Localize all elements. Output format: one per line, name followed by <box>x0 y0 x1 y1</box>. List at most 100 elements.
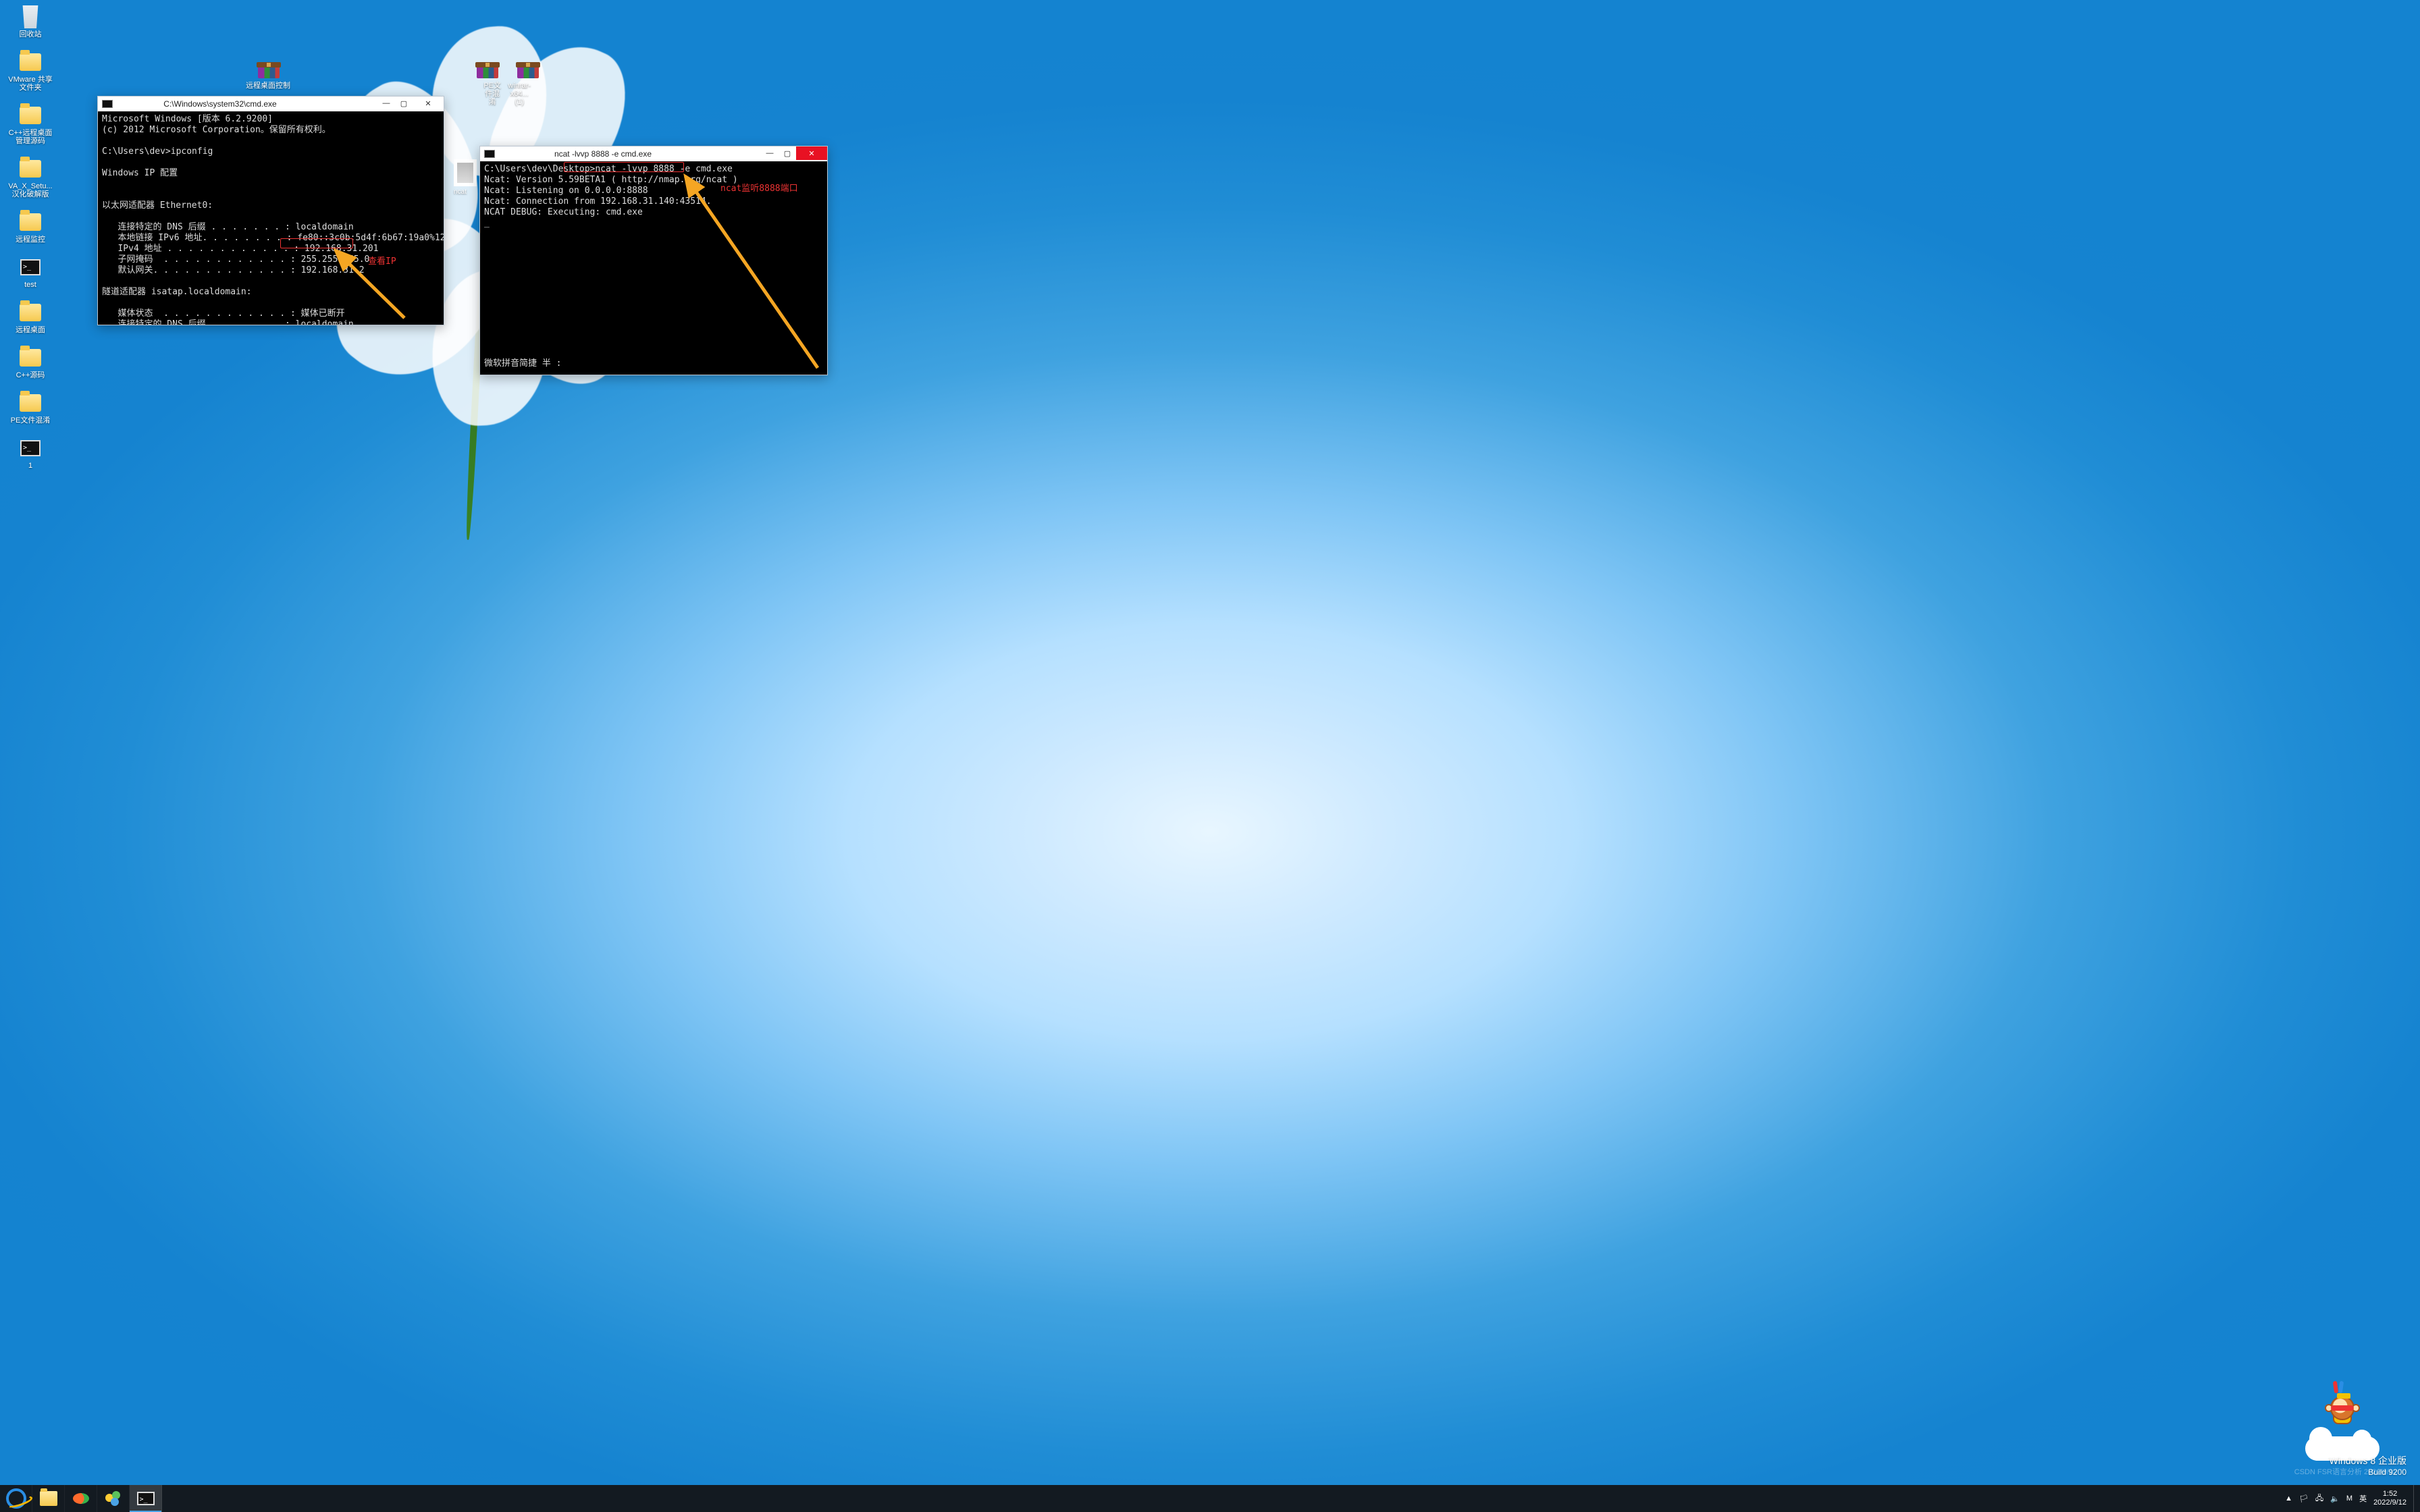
folder-icon <box>40 1491 57 1506</box>
terminal-line <box>102 179 440 190</box>
terminal-line <box>484 250 823 261</box>
terminal-line <box>484 283 823 294</box>
terminal-line <box>484 326 823 337</box>
terminal-line: 微软拼音简捷 半 : <box>484 358 823 369</box>
desktop-icon-label: 远程监控 <box>16 236 45 244</box>
desktop-icon-label: C++源码 <box>16 371 45 379</box>
terminal-line <box>484 315 823 326</box>
maximize-button[interactable]: ▢ <box>395 97 413 110</box>
maximize-button[interactable]: ▢ <box>779 146 796 160</box>
desktop-icon[interactable]: C++源码 <box>7 346 54 379</box>
titlebar[interactable]: C:\Windows\system32\cmd.exe — ▢ ✕ <box>98 97 444 111</box>
desktop-icon[interactable]: 远程桌面 <box>7 301 54 334</box>
desktop-icon-label: C++远程桌面管理源码 <box>7 129 54 145</box>
terminal-line: Ncat: Connection from 192.168.31.140:435… <box>484 196 823 207</box>
tray-clock[interactable]: 1:52 2022/9/12 <box>2373 1490 2406 1507</box>
highlight-ncat-cmd <box>564 162 684 172</box>
terminal-line <box>102 136 440 146</box>
desktop-icon[interactable]: 回收站 <box>7 5 54 38</box>
terminal-line <box>484 272 823 283</box>
terminal-line <box>484 348 823 358</box>
ie-icon <box>6 1488 26 1509</box>
terminal-line: NCAT DEBUG: Executing: cmd.exe <box>484 207 823 218</box>
desktop-icon-ncat-label: ncat <box>454 188 467 196</box>
terminal-line: C:\Users\dev>ipconfig <box>102 146 440 157</box>
terminal-output[interactable]: C:\Users\dev\Desktop>ncat -lvvp 8888 -e … <box>480 161 827 375</box>
minimize-button[interactable]: — <box>761 146 779 160</box>
desktop-icon-label: test <box>24 281 36 289</box>
desktop-icon-label: PE文件混淆 <box>11 416 51 425</box>
terminal-line: (c) 2012 Microsoft Corporation。保留所有权利。 <box>102 125 440 136</box>
tray-ime-indicator[interactable]: M <box>2346 1494 2352 1503</box>
highlight-ipv4 <box>280 238 353 248</box>
tray-action-center-icon[interactable]: 🏳 <box>2299 1494 2309 1503</box>
tray-network-icon[interactable]: 🖧 <box>2315 1492 2323 1505</box>
desktop-icon[interactable]: C++远程桌面管理源码 <box>7 104 54 145</box>
terminal-line <box>102 190 440 200</box>
terminal-line: 以太网适配器 Ethernet0: <box>102 200 440 211</box>
desktop-icon[interactable]: 远程监控 <box>7 211 54 244</box>
desktop-icon-label: VMware 共享文件夹 <box>7 76 54 92</box>
terminal-line: 默认网关. . . . . . . . . . . . . : 192.168.… <box>102 265 440 276</box>
taskbar-app-balls[interactable] <box>97 1485 130 1512</box>
taskbar-explorer[interactable] <box>32 1485 65 1512</box>
desktop-icon-ncat[interactable] <box>454 159 477 186</box>
window-title: ncat -lvvp 8888 -e cmd.exe <box>499 149 761 159</box>
fish-icon <box>73 1493 89 1504</box>
desktop-icon-label: 1 <box>28 462 32 470</box>
window-title: C:\Windows\system32\cmd.exe <box>117 99 377 109</box>
terminal-line: 媒体状态 . . . . . . . . . . . . : 媒体已断开 <box>102 308 440 319</box>
window-ncat[interactable]: ncat -lvvp 8888 -e cmd.exe — ▢ ✕ C:\User… <box>479 146 828 375</box>
close-button[interactable]: ✕ <box>796 146 827 160</box>
balls-icon <box>105 1491 122 1506</box>
annotation-ncat: ncat监听8888端口 <box>720 184 798 194</box>
terminal-line: Windows IP 配置 <box>102 168 440 179</box>
system-tray[interactable]: ▲ 🏳 🖧 🔈 M 英 1:52 2022/9/12 <box>2278 1485 2413 1512</box>
minimize-button[interactable]: — <box>377 97 395 110</box>
window-cmd-ipconfig[interactable]: C:\Windows\system32\cmd.exe — ▢ ✕ Micros… <box>97 96 444 325</box>
terminal-line <box>102 211 440 222</box>
desktop-icon-label: VA_X_Setu... 汉化破解版 <box>7 182 54 198</box>
titlebar[interactable]: ncat -lvvp 8888 -e cmd.exe — ▢ ✕ <box>480 146 827 161</box>
desktop-icon[interactable]: VA_X_Setu... 汉化破解版 <box>7 157 54 198</box>
terminal-line <box>102 157 440 168</box>
terminal-line: 本地链接 IPv6 地址. . . . . . . . : fe80::3c0b… <box>102 233 440 244</box>
terminal-line <box>484 304 823 315</box>
clock-time: 1:52 <box>2373 1490 2406 1498</box>
desktop-icon[interactable]: VMware 共享文件夹 <box>7 51 54 92</box>
terminal-line: _ <box>484 218 823 229</box>
desktop-icon[interactable]: PE文件混淆 <box>7 392 54 425</box>
terminal-line <box>484 261 823 272</box>
terminal-line <box>484 229 823 240</box>
terminal-output[interactable]: Microsoft Windows [版本 6.2.9200](c) 2012 … <box>98 111 444 325</box>
taskbar-cmd[interactable] <box>130 1485 162 1512</box>
terminal-line: Microsoft Windows [版本 6.2.9200] <box>102 114 440 125</box>
close-button[interactable]: ✕ <box>413 97 444 110</box>
desktop-icon[interactable]: 1 <box>7 437 54 470</box>
terminal-line <box>102 276 440 287</box>
cmd-icon <box>484 150 495 158</box>
desktop-icon[interactable]: test <box>7 256 54 289</box>
terminal-line: 隧道适配器 isatap.localdomain: <box>102 287 440 298</box>
taskbar-app-fish[interactable] <box>65 1485 97 1512</box>
terminal-line <box>484 240 823 250</box>
watermark: CSDN FSR语言分析 2022/9/12 <box>2294 1466 2397 1477</box>
brand-line1: Windows 8 企业版 <box>2330 1454 2406 1467</box>
cmd-icon <box>102 100 113 108</box>
terminal-line <box>484 294 823 304</box>
tray-volume-icon[interactable]: 🔈 <box>2330 1494 2340 1503</box>
desktop-icon[interactable]: PE文件混淆winrar-x64...(1) <box>483 57 531 106</box>
tray-overflow-icon[interactable]: ▲ <box>2285 1494 2292 1503</box>
terminal-line: IPv4 地址 . . . . . . . . . . . . : 192.16… <box>102 244 440 254</box>
desktop-icon-label: 回收站 <box>20 30 42 38</box>
annotation-view-ip: 查看IP <box>368 257 396 267</box>
taskbar[interactable]: ▲ 🏳 🖧 🔈 M 英 1:52 2022/9/12 <box>0 1485 2420 1512</box>
clock-date: 2022/9/12 <box>2373 1498 2406 1507</box>
show-desktop-button[interactable] <box>2413 1485 2420 1512</box>
desktop-icon-label: 远程桌面 <box>16 326 45 334</box>
cmd-icon <box>137 1492 155 1505</box>
taskbar-ie[interactable] <box>0 1485 32 1512</box>
tray-language[interactable]: 英 <box>2359 1493 2367 1504</box>
terminal-line <box>484 337 823 348</box>
terminal-line: 连接特定的 DNS 后缀 . . . . . . . : localdomain <box>102 222 440 233</box>
